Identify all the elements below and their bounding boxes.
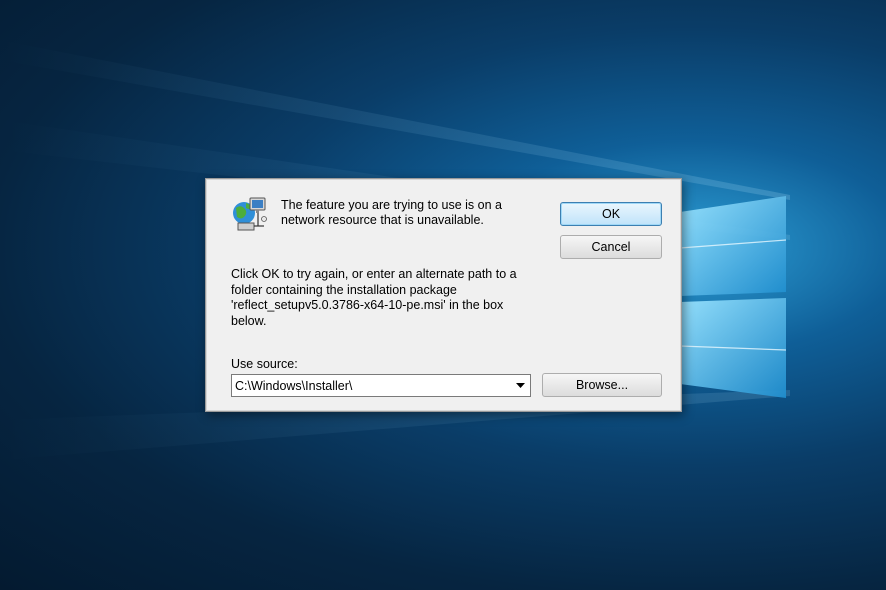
dropdown-arrow-icon[interactable] [511, 375, 530, 396]
ok-button[interactable]: OK [560, 202, 662, 226]
browse-button[interactable]: Browse... [542, 373, 662, 397]
dialog-instruction: Click OK to try again, or enter an alter… [231, 267, 517, 328]
use-source-label: Use source: [231, 357, 298, 371]
source-path-input[interactable] [232, 375, 512, 396]
network-computer-icon [230, 193, 270, 233]
cancel-button[interactable]: Cancel [560, 235, 662, 259]
source-combobox[interactable] [231, 374, 531, 397]
dialog-message: The feature you are trying to use is on … [281, 198, 502, 227]
installer-dialog: The feature you are trying to use is on … [205, 178, 682, 412]
